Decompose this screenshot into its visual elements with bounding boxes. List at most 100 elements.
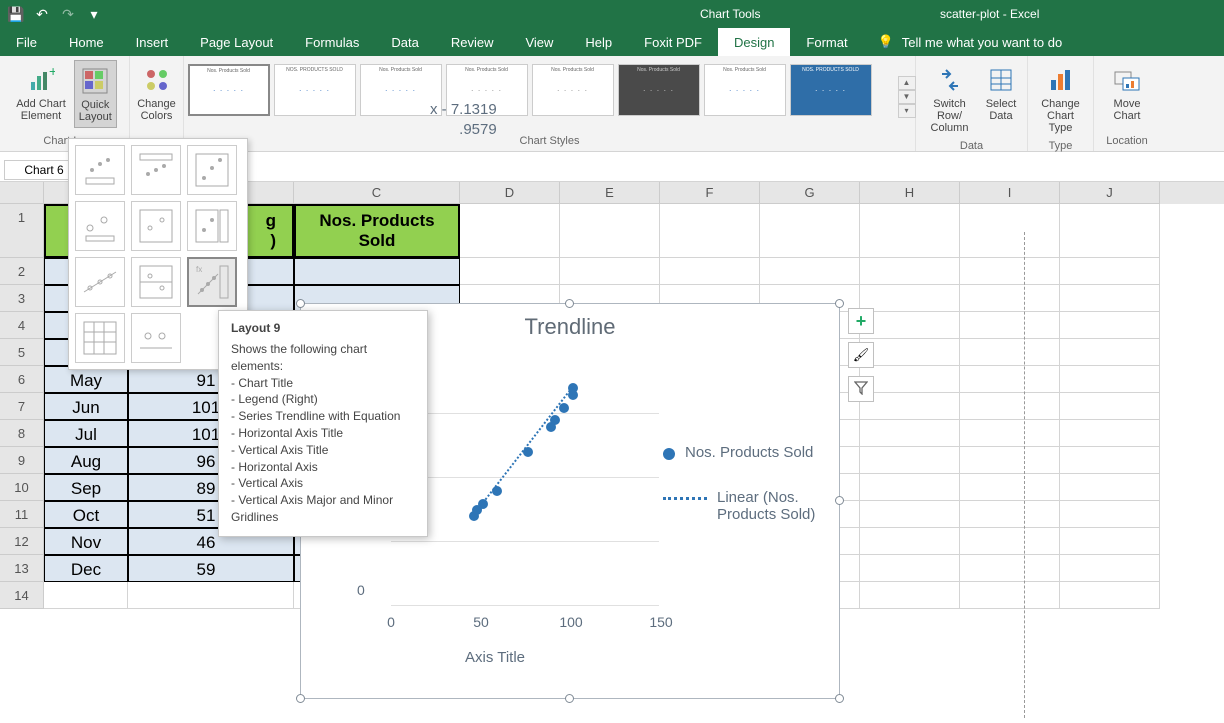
cell[interactable] <box>560 258 660 285</box>
layout-5[interactable] <box>131 201 181 251</box>
cell[interactable] <box>128 582 294 609</box>
scroll-up-icon[interactable]: ▲ <box>898 76 916 90</box>
cell[interactable]: Dec <box>44 555 128 582</box>
chart-elements-button[interactable]: + <box>848 308 874 334</box>
cell[interactable] <box>460 204 560 258</box>
cell[interactable] <box>860 285 960 312</box>
row-head[interactable]: 7 <box>0 393 44 420</box>
layout-6[interactable] <box>187 201 237 251</box>
chart-style-6[interactable]: Nos. Products Sold· · · · · <box>618 64 700 116</box>
row-head[interactable]: 11 <box>0 501 44 528</box>
cell[interactable] <box>1060 339 1160 366</box>
col-head-i[interactable]: I <box>960 182 1060 204</box>
cell[interactable] <box>1060 420 1160 447</box>
col-head-d[interactable]: D <box>460 182 560 204</box>
row-head[interactable]: 10 <box>0 474 44 501</box>
layout-7[interactable] <box>75 257 125 307</box>
cell[interactable] <box>860 501 960 528</box>
x-axis-title[interactable]: Axis Title <box>465 649 525 666</box>
cell[interactable] <box>660 258 760 285</box>
legend-trendline[interactable]: Linear (Nos. Products Sold) <box>663 489 823 523</box>
cell[interactable] <box>960 339 1060 366</box>
cell[interactable]: Nov <box>44 528 128 555</box>
save-icon[interactable]: 💾 <box>8 6 24 22</box>
chart-style-7[interactable]: Nos. Products Sold· · · · · <box>704 64 786 116</box>
switch-row-column-button[interactable]: Switch Row/ Column <box>922 60 977 138</box>
chart-style-1[interactable]: Nos. Products Sold· · · · · <box>188 64 270 116</box>
chart-styles-button[interactable]: 🖌 <box>848 342 874 368</box>
cell[interactable] <box>1060 312 1160 339</box>
tell-me-search[interactable]: 💡 Tell me what you want to do <box>864 28 1077 56</box>
undo-icon[interactable]: ↶ <box>34 6 50 22</box>
cell[interactable] <box>960 582 1060 609</box>
cell[interactable] <box>860 366 960 393</box>
cell[interactable] <box>860 339 960 366</box>
cell[interactable] <box>1060 366 1160 393</box>
row-head[interactable]: 14 <box>0 582 44 609</box>
row-head[interactable]: 2 <box>0 258 44 285</box>
cell[interactable] <box>960 474 1060 501</box>
layout-2[interactable] <box>131 145 181 195</box>
cell[interactable]: Sep <box>44 474 128 501</box>
scroll-more-icon[interactable]: ▾ <box>898 104 916 118</box>
data-point[interactable] <box>550 415 560 425</box>
cell[interactable] <box>560 204 660 258</box>
cell[interactable]: Oct <box>44 501 128 528</box>
redo-icon[interactable]: ↷ <box>60 6 76 22</box>
cell[interactable] <box>1060 447 1160 474</box>
tab-data[interactable]: Data <box>375 28 434 56</box>
cell[interactable] <box>760 258 860 285</box>
select-all-corner[interactable] <box>0 182 44 204</box>
cell[interactable] <box>1060 528 1160 555</box>
cell[interactable] <box>960 501 1060 528</box>
cell[interactable] <box>960 285 1060 312</box>
tab-file[interactable]: File <box>0 28 53 56</box>
layout-9[interactable]: fx <box>187 257 237 307</box>
cell[interactable] <box>860 474 960 501</box>
qat-more-icon[interactable]: ▾ <box>86 6 102 22</box>
chart-style-2[interactable]: NOS. PRODUCTS SOLD· · · · · <box>274 64 356 116</box>
chart-styles-gallery[interactable]: Nos. Products Sold· · · · · NOS. PRODUCT… <box>184 60 894 133</box>
scroll-down-icon[interactable]: ▼ <box>898 90 916 104</box>
row-head[interactable]: 9 <box>0 447 44 474</box>
tab-help[interactable]: Help <box>569 28 628 56</box>
row-head[interactable]: 5 <box>0 339 44 366</box>
col-head-g[interactable]: G <box>760 182 860 204</box>
col-head-f[interactable]: F <box>660 182 760 204</box>
cell[interactable] <box>860 582 960 609</box>
tab-design[interactable]: Design <box>718 28 790 56</box>
layout-11[interactable] <box>131 313 181 363</box>
cell[interactable] <box>1060 258 1160 285</box>
cell[interactable] <box>760 204 860 258</box>
cell[interactable] <box>1060 555 1160 582</box>
tab-view[interactable]: View <box>509 28 569 56</box>
layout-3[interactable] <box>187 145 237 195</box>
change-chart-type-button[interactable]: Change Chart Type <box>1034 60 1087 138</box>
add-chart-element-button[interactable]: + Add Chart Element <box>12 60 70 126</box>
cell[interactable] <box>960 420 1060 447</box>
tab-insert[interactable]: Insert <box>120 28 185 56</box>
chart-filters-button[interactable] <box>848 376 874 402</box>
cell[interactable] <box>960 258 1060 285</box>
styles-scrollbar[interactable]: ▲ ▼ ▾ <box>898 60 916 133</box>
cell[interactable]: May <box>44 366 128 393</box>
cell[interactable] <box>44 582 128 609</box>
cell[interactable] <box>960 312 1060 339</box>
cell[interactable] <box>860 258 960 285</box>
cell[interactable] <box>960 447 1060 474</box>
layout-4[interactable] <box>75 201 125 251</box>
col-head-h[interactable]: H <box>860 182 960 204</box>
change-colors-button[interactable]: Change Colors <box>133 60 180 126</box>
chart-legend[interactable]: Nos. Products Sold Linear (Nos. Products… <box>663 444 823 551</box>
cell[interactable] <box>860 447 960 474</box>
cell[interactable] <box>860 393 960 420</box>
cell[interactable]: Aug <box>44 447 128 474</box>
row-head[interactable]: 13 <box>0 555 44 582</box>
cell[interactable] <box>960 204 1060 258</box>
cell[interactable] <box>1060 204 1160 258</box>
cell[interactable] <box>860 204 960 258</box>
cell[interactable] <box>660 204 760 258</box>
cell[interactable]: Jul <box>44 420 128 447</box>
layout-8[interactable] <box>131 257 181 307</box>
cell[interactable] <box>1060 393 1160 420</box>
